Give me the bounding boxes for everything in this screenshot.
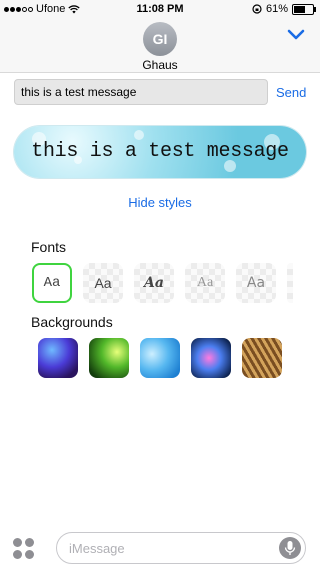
font-option-thin[interactable]: Aa (236, 263, 276, 303)
preview-text: this is a test message (31, 140, 289, 163)
conversation-header: GI Ghaus (0, 20, 320, 73)
chevron-down-icon[interactable] (286, 28, 306, 42)
imessage-placeholder: iMessage (69, 541, 125, 556)
font-option-italic[interactable]: Aa (134, 263, 174, 303)
status-bar: Ufone 11:08 PM 61% (0, 0, 320, 20)
font-option-sans[interactable]: Aa (83, 263, 123, 303)
fonts-heading: Fonts (31, 239, 67, 255)
imessage-input[interactable]: iMessage (56, 532, 306, 564)
hide-styles-link[interactable]: Hide styles (0, 195, 320, 210)
battery-area: 61% (252, 3, 316, 15)
background-option-gold-feathers[interactable] (242, 338, 282, 378)
font-option-light[interactable]: Aa (185, 263, 225, 303)
battery-percent: 61% (265, 3, 288, 15)
battery-icon (292, 3, 316, 15)
font-sample: Aa (144, 275, 164, 291)
orientation-lock-icon (252, 4, 262, 14)
contact-name[interactable]: Ghaus (0, 58, 320, 72)
send-button[interactable]: Send (276, 85, 306, 100)
background-option-teal-pink-galaxy[interactable] (191, 338, 231, 378)
font-option-typewriter[interactable]: Aa (32, 263, 72, 303)
avatar[interactable]: GI (143, 22, 177, 56)
font-option-overflow[interactable] (287, 263, 293, 303)
font-sample: Aa (246, 275, 266, 291)
backgrounds-heading: Backgrounds (31, 314, 113, 330)
font-sample: Aa (43, 275, 61, 291)
message-text-field[interactable]: this is a test message (14, 79, 268, 105)
font-sample: Aa (94, 275, 112, 291)
styled-message-preview: this is a test message (14, 126, 306, 178)
font-sample: Aa (196, 275, 214, 290)
background-option-green-glow[interactable] (89, 338, 129, 378)
microphone-icon[interactable] (279, 537, 301, 559)
background-option-blue-bokeh[interactable] (140, 338, 180, 378)
background-option-purple-blue-nebula[interactable] (38, 338, 78, 378)
app-drawer-icon[interactable] (13, 538, 35, 560)
